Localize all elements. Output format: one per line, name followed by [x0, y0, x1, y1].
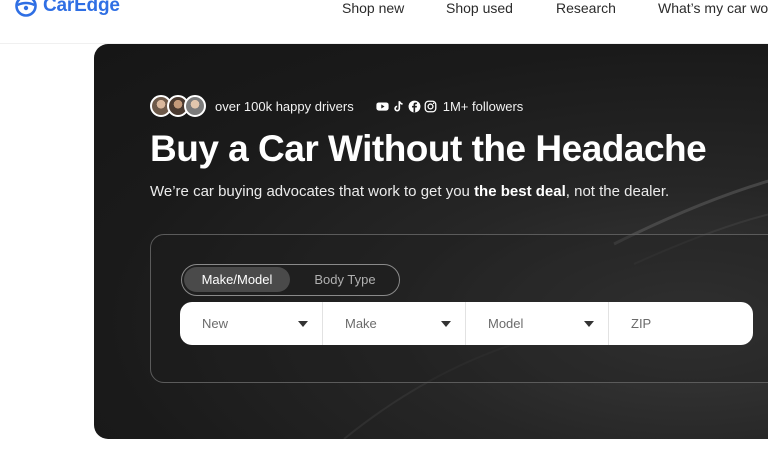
driver-avatars: [150, 95, 206, 117]
nav-research[interactable]: Research: [556, 0, 616, 16]
followers-count-text: 1M+ followers: [442, 98, 524, 114]
hero-headline: Buy a Car Without the Headache: [150, 128, 707, 169]
social-icons: [376, 100, 437, 113]
model-select[interactable]: Model: [466, 302, 609, 345]
site-header: CarEdge Shop new Shop used Research What…: [0, 0, 768, 44]
hero-banner: over 100k happy drivers 1M+ followers Bu…: [94, 44, 768, 439]
nav-whats-my-car-worth[interactable]: What’s my car wo: [658, 0, 768, 16]
happy-drivers-text: over 100k happy drivers: [215, 98, 354, 114]
nav-shop-used[interactable]: Shop used: [446, 0, 513, 16]
car-search-panel: Make/Model Body Type New Make Model ZIP: [150, 234, 768, 383]
instagram-icon[interactable]: [424, 100, 437, 113]
hero-subheadline: We’re car buying advocates that work to …: [150, 183, 669, 200]
nav-shop-new[interactable]: Shop new: [342, 0, 404, 16]
condition-select-value: New: [202, 316, 229, 331]
subheadline-suffix: , not the dealer.: [565, 183, 670, 200]
chevron-down-icon: [298, 321, 308, 327]
model-select-value: Model: [488, 316, 524, 331]
subheadline-emphasis: the best deal: [474, 183, 566, 200]
brand-name: CarEdge: [43, 0, 120, 16]
tiktok-icon[interactable]: [392, 100, 405, 113]
youtube-icon[interactable]: [376, 100, 389, 113]
avatar: [184, 95, 206, 117]
tab-make-model[interactable]: Make/Model: [184, 267, 290, 292]
subheadline-prefix: We’re car buying advocates that work to …: [150, 183, 475, 200]
facebook-icon[interactable]: [408, 100, 421, 113]
search-fields-bar: New Make Model ZIP: [180, 302, 753, 345]
chevron-down-icon: [441, 321, 451, 327]
zip-input-placeholder: ZIP: [631, 316, 652, 331]
condition-select[interactable]: New: [180, 302, 323, 345]
make-select-value: Make: [345, 316, 377, 331]
caredge-logo[interactable]: CarEdge: [14, 0, 120, 18]
social-proof-row: over 100k happy drivers 1M+ followers: [150, 95, 523, 117]
search-mode-toggle: Make/Model Body Type: [181, 264, 400, 296]
zip-input[interactable]: ZIP: [609, 302, 753, 345]
steering-wheel-icon: [15, 0, 37, 17]
make-select[interactable]: Make: [323, 302, 466, 345]
tab-body-type[interactable]: Body Type: [292, 267, 398, 292]
chevron-down-icon: [584, 321, 594, 327]
